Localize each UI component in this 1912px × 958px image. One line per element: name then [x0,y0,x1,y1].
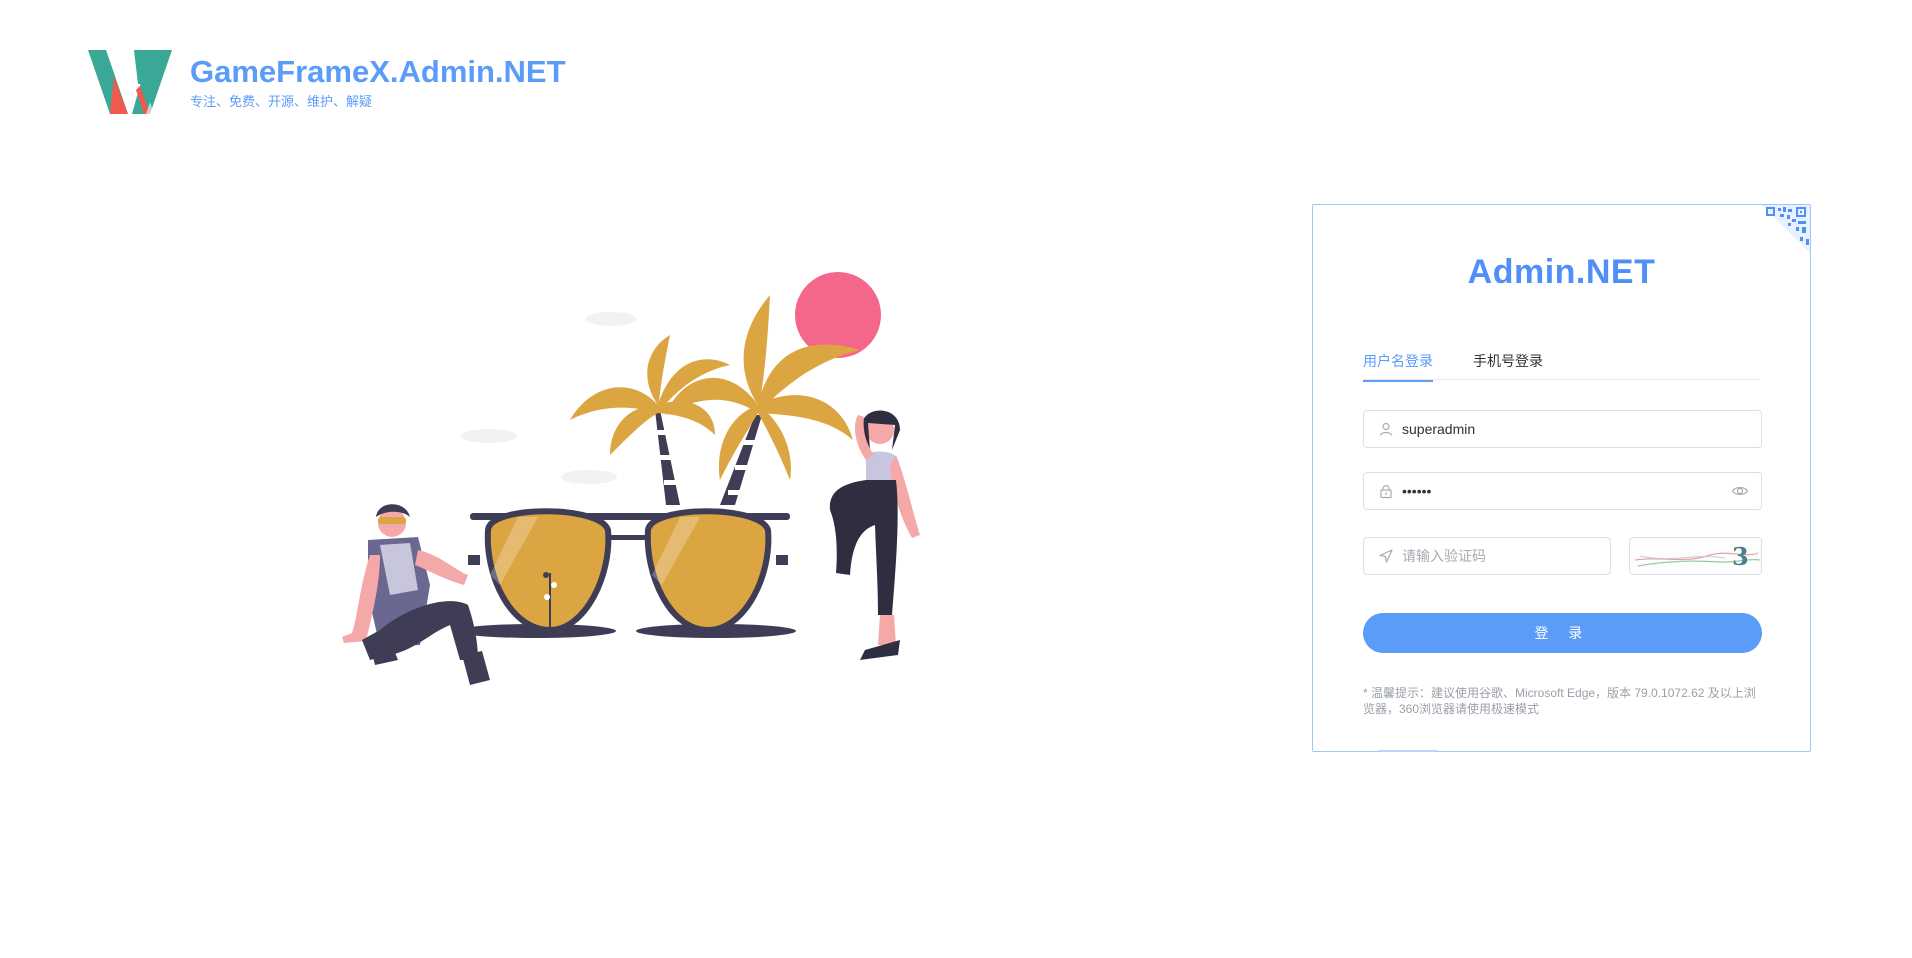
location-arrow-icon [1379,549,1393,563]
password-field[interactable] [1363,472,1762,510]
summer-illustration [342,272,920,685]
login-tabs: 用户名登录 手机号登录 [1363,347,1760,382]
captcha-input[interactable] [1402,548,1610,564]
login-card: Admin.NET 用户名登录 手机号登录 superadmin 请输入验证码 … [1312,204,1811,752]
captcha-field[interactable] [1363,537,1611,575]
brand-title: GameFrameX.Admin.NET [190,54,566,89]
tab-phone-login[interactable]: 手机号登录 [1473,351,1543,380]
person-sitting [342,504,490,685]
captcha-image[interactable]: 3 [1629,537,1762,575]
lock-icon [1380,485,1392,499]
brand: GameFrameX.Admin.NET 专注、免费、开源、维护、解疑 [190,55,566,110]
login-title: Admin.NET [1467,253,1656,291]
browser-tip: * 温馨提示：建议使用谷歌、Microsoft Edge，版本 79.0.107… [1363,686,1756,716]
login-button[interactable]: 登 录 [1363,613,1762,653]
brand-subtitle: 专注、免费、开源、维护、解疑 [190,94,373,109]
logo-icon [88,50,172,114]
username-field[interactable] [1363,410,1762,448]
username-input[interactable] [1402,421,1761,437]
password-input[interactable] [1402,483,1731,499]
sunglasses [456,508,796,638]
captcha-char: 3 [1732,542,1749,571]
eye-icon[interactable] [1731,482,1749,500]
qrcode-icon[interactable] [1762,205,1810,253]
card-bottom-accent [1378,750,1438,752]
person-standing [829,410,920,660]
user-icon [1379,422,1393,436]
tab-username-login[interactable]: 用户名登录 [1363,351,1433,382]
